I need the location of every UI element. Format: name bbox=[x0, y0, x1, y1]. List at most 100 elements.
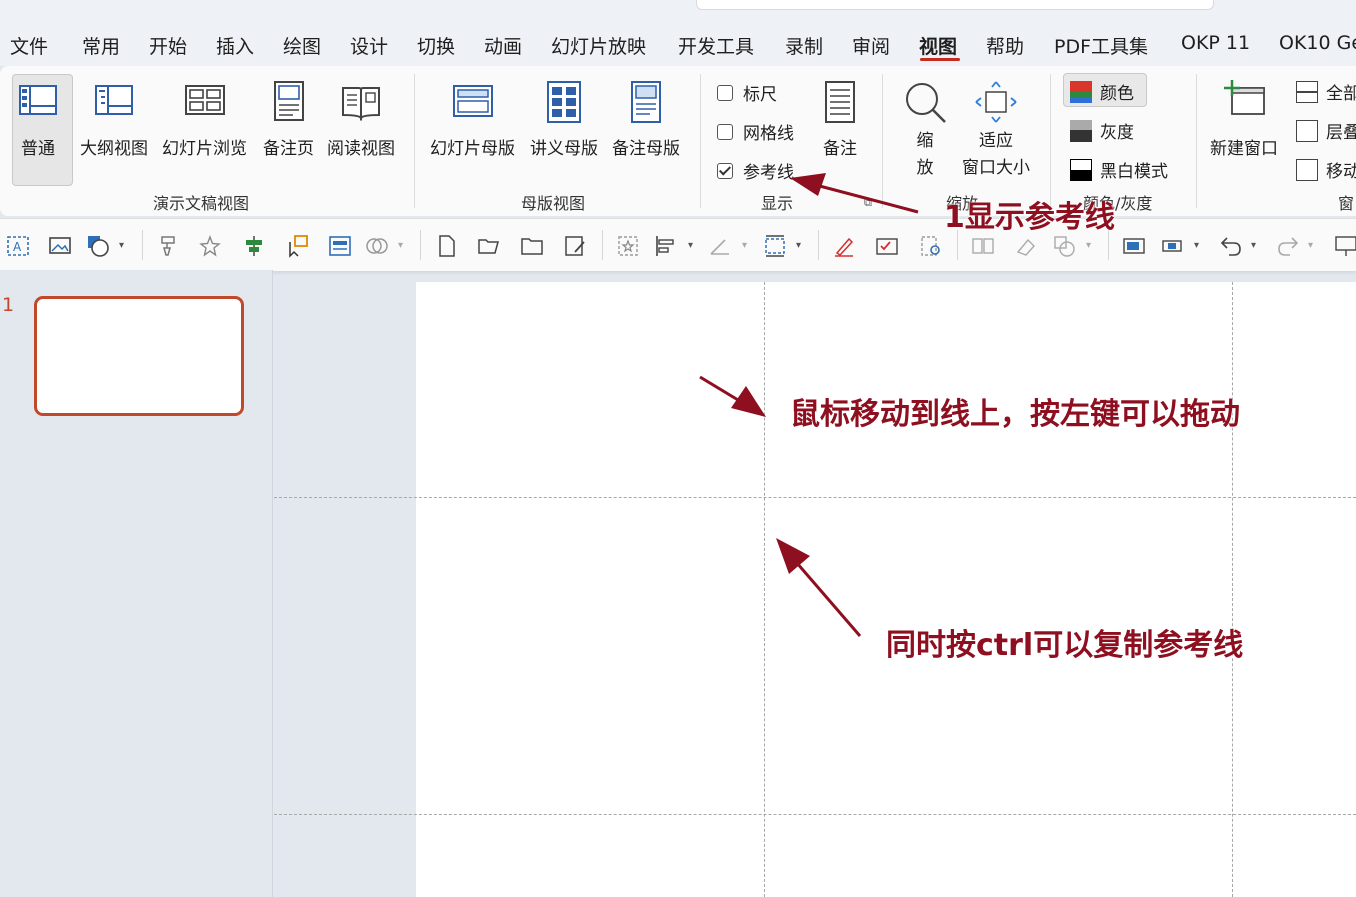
fit-to-window-button[interactable]: 适应 窗口大小 bbox=[962, 80, 1030, 178]
shapes-icon[interactable] bbox=[86, 234, 110, 258]
arrange-all-icon bbox=[1296, 80, 1318, 103]
notes-master-button[interactable]: 备注母版 bbox=[612, 80, 680, 159]
tab-12[interactable]: 视图 bbox=[919, 32, 957, 59]
star-icon[interactable] bbox=[198, 234, 222, 258]
guides-checkbox-box bbox=[717, 162, 733, 179]
select-icon[interactable] bbox=[286, 234, 310, 258]
reading-view-button[interactable]: 阅读视图 bbox=[327, 80, 395, 159]
arrange-all-button[interactable]: 全部 bbox=[1296, 79, 1356, 104]
new-window-button[interactable]: 新建窗口 bbox=[1210, 80, 1278, 159]
chevron-down-icon[interactable]: ▾ bbox=[796, 240, 801, 251]
chevron-down-icon[interactable]: ▾ bbox=[1086, 240, 1091, 251]
redo-icon[interactable] bbox=[1276, 234, 1300, 258]
presentation-views-group-label: 演示文稿视图 bbox=[153, 194, 250, 213]
format-painter-icon[interactable] bbox=[156, 234, 180, 258]
save-as-icon[interactable] bbox=[563, 234, 587, 258]
notes-label: 备注 bbox=[823, 139, 857, 159]
shape-effects-icon[interactable] bbox=[1052, 234, 1076, 258]
notes-button[interactable]: 备注 bbox=[818, 80, 862, 159]
tab-9[interactable]: 开发工具 bbox=[678, 32, 754, 59]
eraser-icon[interactable] bbox=[1014, 234, 1038, 258]
presenter-icon[interactable] bbox=[1334, 234, 1356, 258]
pen-icon[interactable] bbox=[832, 234, 856, 258]
slide-master-button[interactable]: 幻灯片母版 bbox=[430, 80, 515, 159]
magnifier-icon bbox=[906, 83, 946, 123]
chevron-down-icon[interactable]: ▾ bbox=[119, 240, 124, 251]
open-folder-icon[interactable] bbox=[477, 234, 501, 258]
tab-10[interactable]: 录制 bbox=[785, 32, 823, 59]
handout-master-button[interactable]: 讲义母版 bbox=[530, 80, 598, 159]
checkbox-control-icon[interactable] bbox=[875, 234, 899, 258]
slide-canvas[interactable] bbox=[416, 282, 1356, 897]
move-split-icon bbox=[1296, 158, 1318, 181]
horizontal-guide[interactable] bbox=[274, 814, 1356, 815]
chevron-down-icon[interactable]: ▾ bbox=[398, 240, 403, 251]
align-left-icon[interactable] bbox=[654, 234, 678, 258]
dialog-launcher-icon[interactable]: ⧉ bbox=[864, 196, 872, 210]
tab-3[interactable]: 插入 bbox=[216, 32, 254, 59]
black-white-button[interactable]: 黑白模式 bbox=[1070, 157, 1168, 182]
tab-2[interactable]: 开始 bbox=[149, 32, 187, 59]
chevron-down-icon[interactable]: ▾ bbox=[1308, 240, 1313, 251]
slide-sorter-button[interactable]: 幻灯片浏览 bbox=[162, 80, 247, 159]
tab-7[interactable]: 动画 bbox=[484, 32, 522, 59]
normal-view-button[interactable]: 普通 bbox=[16, 80, 60, 159]
show-group-label: 显示 bbox=[761, 194, 794, 213]
text-box-icon[interactable]: A bbox=[6, 234, 30, 258]
slide-picture-icon[interactable] bbox=[1122, 234, 1146, 258]
color-mode-button[interactable]: 颜色 bbox=[1070, 79, 1134, 104]
search-box[interactable] bbox=[696, 0, 1214, 10]
handout-master-icon bbox=[547, 81, 581, 123]
cascade-icon bbox=[1296, 119, 1318, 142]
compare-icon[interactable] bbox=[971, 234, 995, 258]
chevron-down-icon[interactable]: ▾ bbox=[688, 240, 693, 251]
svg-text:A: A bbox=[13, 240, 22, 254]
horizontal-guide[interactable] bbox=[274, 497, 1356, 498]
tab-5[interactable]: 设计 bbox=[350, 32, 388, 59]
tab-4[interactable]: 绘图 bbox=[283, 32, 321, 59]
grayscale-button[interactable]: 灰度 bbox=[1070, 118, 1134, 143]
vertical-guide[interactable] bbox=[1232, 282, 1233, 897]
tab-11[interactable]: 审阅 bbox=[852, 32, 890, 59]
gridlines-checkbox[interactable]: 网格线 bbox=[717, 119, 794, 144]
chevron-down-icon[interactable]: ▾ bbox=[742, 240, 747, 251]
tab-15[interactable]: OKP 11 bbox=[1181, 32, 1250, 54]
new-file-icon[interactable] bbox=[435, 234, 459, 258]
move-split-button[interactable]: 移动 bbox=[1296, 157, 1356, 182]
align-center-icon[interactable] bbox=[242, 234, 266, 258]
vertical-guide[interactable] bbox=[764, 282, 765, 897]
zoom-button[interactable]: 缩 放 bbox=[903, 80, 947, 178]
group-separator bbox=[1196, 74, 1197, 208]
cascade-button[interactable]: 层叠 bbox=[1296, 118, 1356, 143]
tab-14[interactable]: PDF工具集 bbox=[1054, 32, 1148, 59]
distribute-icon[interactable] bbox=[763, 234, 787, 258]
annotation-copy-guide: 同时按ctrl可以复制参考线 bbox=[886, 628, 1244, 663]
guides-checkbox[interactable]: 参考线 bbox=[717, 158, 794, 183]
tab-6[interactable]: 切换 bbox=[417, 32, 455, 59]
group-objects-icon[interactable] bbox=[1160, 234, 1184, 258]
ruler-checkbox[interactable]: 标尺 bbox=[717, 80, 777, 105]
notes-master-icon bbox=[631, 81, 661, 123]
folder-icon[interactable] bbox=[520, 234, 544, 258]
rotate-icon[interactable] bbox=[708, 234, 732, 258]
reading-view-icon bbox=[342, 87, 380, 122]
window-group-label: 窗 bbox=[1338, 194, 1355, 213]
tab-16[interactable]: OK10 Ge bbox=[1279, 32, 1356, 54]
toolbar-separator bbox=[142, 230, 143, 260]
tab-0[interactable]: 文件 bbox=[10, 32, 48, 59]
slide-thumbnail[interactable] bbox=[34, 296, 244, 416]
arrange-all-label: 全部 bbox=[1326, 84, 1356, 104]
layout-icon[interactable] bbox=[328, 234, 352, 258]
tab-1[interactable]: 常用 bbox=[82, 32, 120, 59]
notes-page-button[interactable]: 备注页 bbox=[263, 80, 314, 159]
undo-icon[interactable] bbox=[1219, 234, 1243, 258]
tab-8[interactable]: 幻灯片放映 bbox=[551, 32, 646, 59]
tab-13[interactable]: 帮助 bbox=[986, 32, 1024, 59]
merge-shapes-icon[interactable] bbox=[365, 234, 389, 258]
outline-view-button[interactable]: 大纲视图 bbox=[80, 80, 148, 159]
chevron-down-icon[interactable]: ▾ bbox=[1251, 240, 1256, 251]
chevron-down-icon[interactable]: ▾ bbox=[1194, 240, 1199, 251]
crop-icon[interactable] bbox=[616, 234, 640, 258]
settings-doc-icon[interactable] bbox=[919, 234, 943, 258]
picture-icon[interactable] bbox=[48, 234, 72, 258]
